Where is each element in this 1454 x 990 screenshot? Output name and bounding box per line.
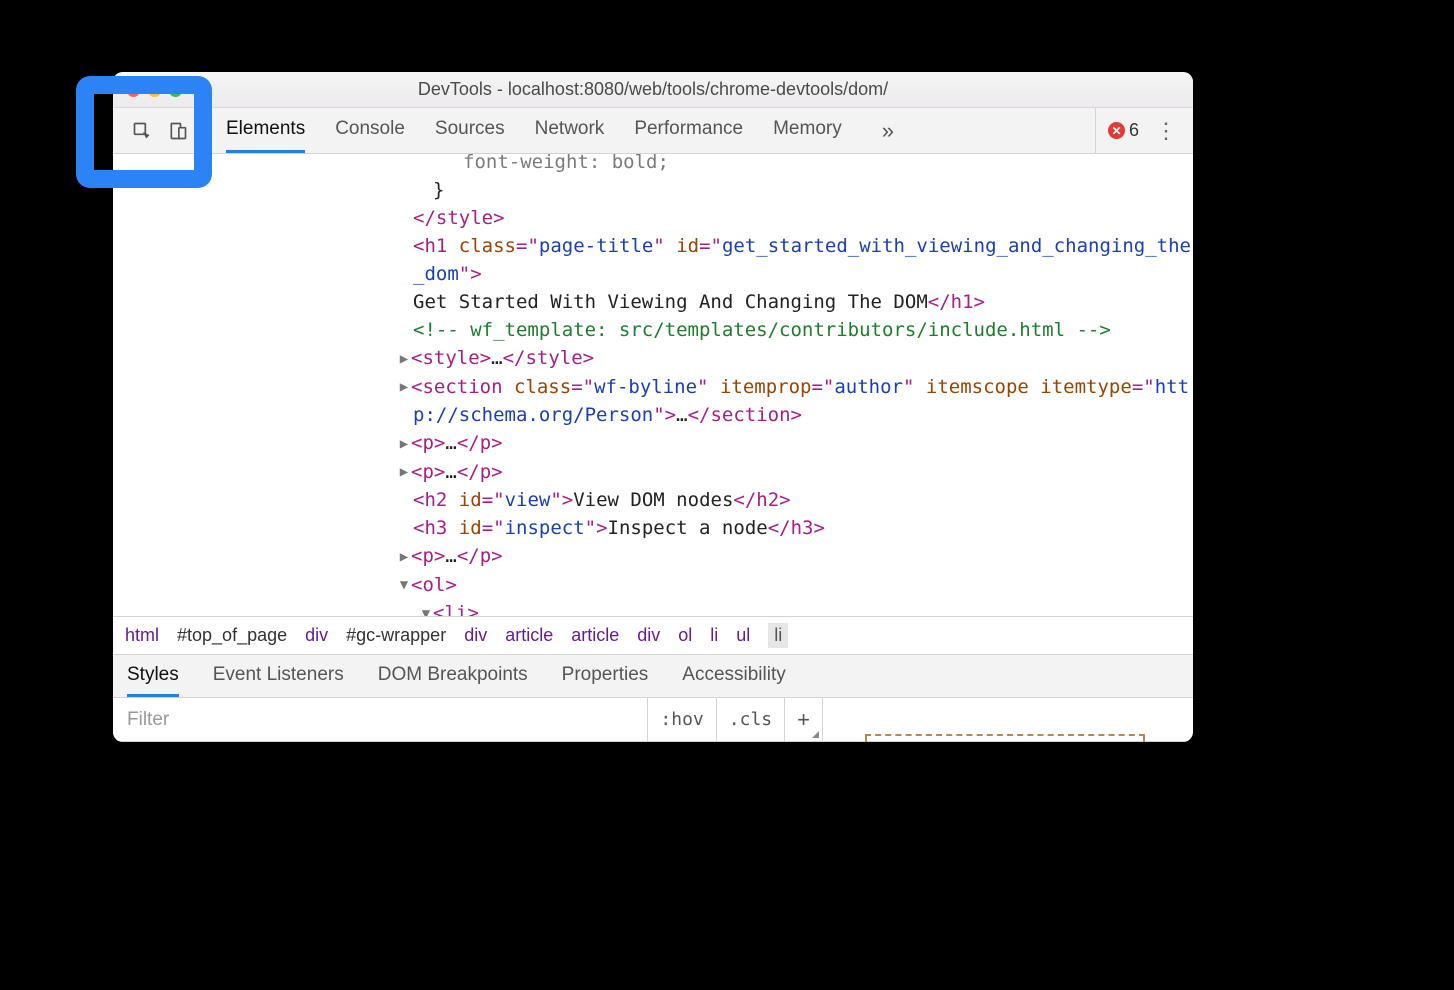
inspect-element-icon[interactable]: [131, 120, 153, 142]
tab-memory[interactable]: Memory: [773, 108, 842, 153]
breadcrumb-item[interactable]: ul: [736, 625, 750, 646]
code-line[interactable]: ▶<p>…</p>: [213, 458, 1193, 487]
settings-menu-icon[interactable]: ⋮: [1149, 118, 1183, 144]
cls-toggle[interactable]: .cls: [717, 698, 785, 741]
breadcrumb-item[interactable]: article: [571, 625, 619, 646]
breadcrumb-item[interactable]: li: [710, 625, 718, 646]
breadcrumb-item[interactable]: ol: [678, 625, 692, 646]
tab-network[interactable]: Network: [535, 108, 605, 153]
code-line[interactable]: ▼<ol>: [213, 571, 1193, 600]
maximize-window-icon[interactable]: [169, 84, 182, 97]
subtab-styles[interactable]: Styles: [127, 655, 179, 697]
styles-toggle-group: :hov .cls +: [647, 698, 823, 741]
styles-filter-input[interactable]: [113, 698, 647, 741]
main-toolbar: Elements Console Sources Network Perform…: [113, 108, 1193, 154]
tab-console[interactable]: Console: [335, 108, 405, 153]
breadcrumb-item-selected[interactable]: li: [768, 623, 788, 648]
elements-tree[interactable]: font-weight: bold; } </style> <h1 class=…: [113, 154, 1193, 616]
code-line[interactable]: ▼<li>: [213, 599, 1193, 616]
breadcrumb-item[interactable]: div: [305, 625, 328, 646]
more-tabs-icon[interactable]: »: [872, 118, 904, 144]
breadcrumb-item[interactable]: #top_of_page: [177, 625, 287, 646]
subtab-event-listeners[interactable]: Event Listeners: [213, 655, 344, 697]
panel-tabs: Elements Console Sources Network Perform…: [202, 108, 1095, 153]
devtools-window: DevTools - localhost:8080/web/tools/chro…: [113, 72, 1193, 742]
breadcrumb-item[interactable]: article: [505, 625, 553, 646]
code-line[interactable]: <h3 id="inspect">Inspect a node</h3>: [213, 514, 1193, 542]
code-line[interactable]: }: [213, 176, 1193, 204]
breadcrumb-item[interactable]: div: [637, 625, 660, 646]
tab-performance[interactable]: Performance: [634, 108, 743, 153]
code-line[interactable]: ▶<p>…</p>: [213, 542, 1193, 571]
hov-toggle[interactable]: :hov: [648, 698, 716, 741]
subtab-accessibility[interactable]: Accessibility: [682, 655, 785, 697]
breadcrumb: html #top_of_page div #gc-wrapper div ar…: [113, 616, 1193, 654]
tab-elements[interactable]: Elements: [226, 108, 305, 153]
error-count-badge[interactable]: ✕ 6: [1108, 120, 1139, 141]
styles-subtabs: Styles Event Listeners DOM Breakpoints P…: [113, 654, 1193, 698]
titlebar: DevTools - localhost:8080/web/tools/chro…: [113, 72, 1193, 108]
breadcrumb-item[interactable]: html: [125, 625, 159, 646]
code-line[interactable]: ▶<style>…</style>: [213, 344, 1193, 373]
subtab-dom-breakpoints[interactable]: DOM Breakpoints: [378, 655, 528, 697]
tab-sources[interactable]: Sources: [435, 108, 505, 153]
error-icon: ✕: [1108, 122, 1125, 139]
box-model-preview: [865, 734, 1145, 742]
subtab-properties[interactable]: Properties: [562, 655, 649, 697]
code-line[interactable]: font-weight: bold;: [213, 154, 1193, 176]
window-controls: [127, 84, 182, 97]
code-line[interactable]: ▶<section class="wf-byline" itemprop="au…: [213, 373, 1193, 430]
code-line[interactable]: <!-- wf_template: src/templates/contribu…: [213, 316, 1193, 344]
code-line[interactable]: <h1 class="page-title" id="get_started_w…: [213, 232, 1193, 288]
inspector-icon-group: [119, 108, 202, 153]
window-title: DevTools - localhost:8080/web/tools/chro…: [418, 79, 888, 100]
toolbar-right: ✕ 6 ⋮: [1095, 108, 1193, 153]
error-count: 6: [1129, 120, 1139, 141]
breadcrumb-item[interactable]: #gc-wrapper: [346, 625, 446, 646]
breadcrumb-item[interactable]: div: [464, 625, 487, 646]
new-style-rule-button[interactable]: +: [785, 698, 823, 741]
close-window-icon[interactable]: [127, 84, 140, 97]
code-line[interactable]: Get Started With Viewing And Changing Th…: [213, 288, 1193, 316]
device-toolbar-icon[interactable]: [167, 120, 189, 142]
code-line[interactable]: <h2 id="view">View DOM nodes</h2>: [213, 486, 1193, 514]
minimize-window-icon[interactable]: [148, 84, 161, 97]
code-line[interactable]: </style>: [213, 204, 1193, 232]
code-line[interactable]: ▶<p>…</p>: [213, 429, 1193, 458]
